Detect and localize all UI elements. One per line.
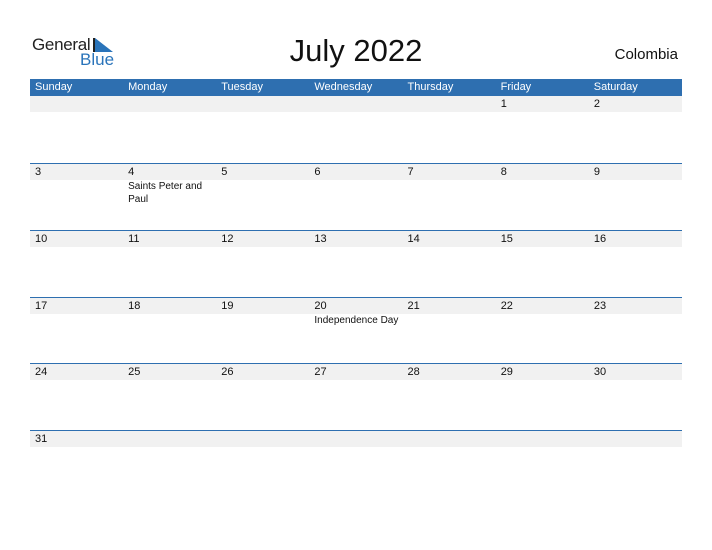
day-cell: 2: [589, 96, 682, 162]
day-cell: 16: [589, 231, 682, 297]
day-number: 23: [593, 300, 607, 312]
week-row: 17 18 19 20 Independence Day 21 22 23: [30, 297, 682, 364]
day-cell: 14: [403, 231, 496, 297]
day-number: 30: [593, 366, 607, 378]
day-cell: 12: [216, 231, 309, 297]
day-cell: 24: [30, 364, 123, 430]
country-label: Colombia: [614, 46, 678, 63]
holiday-label: Independence Day: [314, 315, 399, 326]
day-cell: [216, 96, 309, 162]
day-number: 25: [128, 366, 141, 378]
day-cell: 18: [123, 298, 216, 364]
day-number: 17: [35, 300, 48, 312]
day-cell: 15: [496, 231, 589, 297]
week-row: 10 11 12 13 14 15 16: [30, 230, 682, 297]
day-number: 7: [407, 166, 414, 178]
day-cell: 8: [496, 164, 589, 230]
weekday-sunday: Sunday: [35, 81, 73, 93]
day-number: 15: [500, 233, 513, 245]
day-cell: [403, 431, 496, 497]
day-number: 31: [35, 433, 48, 445]
weekday-monday: Monday: [128, 81, 168, 93]
day-number: 16: [593, 233, 607, 245]
day-cell: 7: [403, 164, 496, 230]
day-number: 20: [314, 300, 327, 312]
day-cell: 13: [309, 231, 402, 297]
day-number: 24: [35, 366, 48, 378]
day-cell: 28: [403, 364, 496, 430]
day-number: 28: [407, 366, 420, 378]
day-cell: 11: [123, 231, 216, 297]
day-number: 14: [407, 233, 420, 245]
day-cell: 3: [30, 164, 123, 230]
day-cell: 5: [216, 164, 309, 230]
week-row: 3 4 Saints Peter and Paul 5 6 7 8 9: [30, 163, 682, 230]
day-cell: 19: [216, 298, 309, 364]
day-number: 6: [314, 166, 321, 178]
day-number: 5: [221, 166, 228, 178]
calendar-title: July 2022: [289, 33, 423, 68]
day-number: 13: [314, 233, 327, 245]
day-cell: [309, 96, 402, 162]
day-number: 9: [593, 166, 600, 178]
day-number: 29: [500, 366, 513, 378]
day-cell: [216, 431, 309, 497]
day-cell: 30: [589, 364, 682, 430]
day-cell: 10: [30, 231, 123, 297]
day-number: 19: [221, 300, 234, 312]
weekday-friday: Friday: [500, 81, 532, 93]
day-number: 11: [128, 233, 140, 245]
day-number: 4: [128, 166, 135, 178]
day-cell: 29: [496, 364, 589, 430]
day-cell: 31: [30, 431, 123, 497]
day-cell: [123, 431, 216, 497]
day-cell: [403, 96, 496, 162]
day-cell: 20 Independence Day: [309, 298, 402, 364]
day-cell: 4 Saints Peter and Paul: [123, 164, 216, 230]
week-row: 12: [30, 96, 682, 163]
day-cell: 22: [496, 298, 589, 364]
week-row: 31: [30, 430, 682, 497]
day-cell: 25: [123, 364, 216, 430]
day-number: 26: [221, 366, 234, 378]
day-cell: [496, 431, 589, 497]
day-cell: [123, 96, 216, 162]
day-cell: 9: [589, 164, 682, 230]
day-number: 3: [35, 166, 42, 178]
day-cell: 21: [403, 298, 496, 364]
day-number: 18: [128, 300, 141, 312]
weekday-header: Sunday Monday Tuesday Wednesday Thursday…: [30, 79, 682, 96]
day-cell: 6: [309, 164, 402, 230]
weekday-saturday: Saturday: [593, 81, 638, 93]
weekday-thursday: Thursday: [407, 81, 454, 93]
day-number: 21: [407, 300, 420, 312]
day-cell: 1: [496, 96, 589, 162]
week-row: 24 25 26 27 28 29 30: [30, 363, 682, 430]
day-number: 27: [314, 366, 327, 378]
day-cell: 23: [589, 298, 682, 364]
day-number: 8: [500, 166, 507, 178]
day-number: 10: [35, 233, 48, 245]
holiday-label: Saints Peter and Paul: [128, 181, 203, 205]
day-cell: [589, 431, 682, 497]
day-cell: 17: [30, 298, 123, 364]
day-number: 12: [221, 233, 234, 245]
day-number: 2: [593, 98, 600, 110]
day-cell: 27: [309, 364, 402, 430]
day-cell: [30, 96, 123, 162]
day-cell: [309, 431, 402, 497]
weekday-wednesday: Wednesday: [314, 81, 373, 93]
day-cell: 26: [216, 364, 309, 430]
day-number: 1: [500, 98, 507, 110]
day-number: 22: [500, 300, 513, 312]
weekday-tuesday: Tuesday: [221, 81, 264, 93]
